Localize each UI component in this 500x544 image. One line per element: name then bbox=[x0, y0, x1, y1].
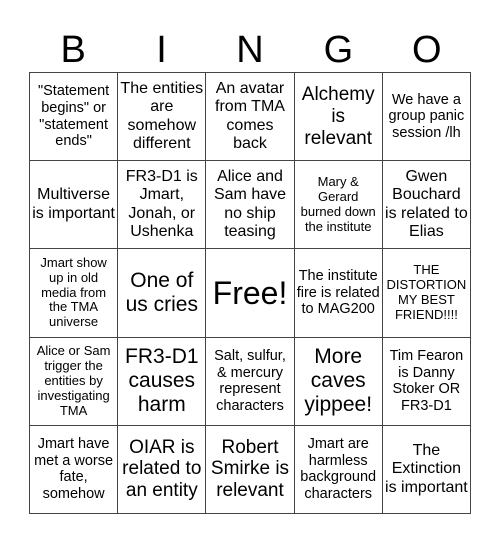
cell-text: The Extinction is important bbox=[385, 441, 468, 496]
bingo-cell[interactable]: Multiverse is important bbox=[30, 161, 119, 250]
bingo-cell[interactable]: Jmart show up in old media from the TMA … bbox=[30, 249, 119, 338]
cell-text: We have a group panic session /lh bbox=[388, 91, 465, 141]
cell-text: Free! bbox=[212, 274, 288, 311]
cell-text: Jmart have met a worse fate, somehow bbox=[34, 436, 114, 503]
bingo-cell[interactable]: Salt, sulfur, & mercury represent charac… bbox=[206, 337, 295, 426]
header-letter-g: G bbox=[323, 29, 354, 71]
cell-text: Alchemy is relevant bbox=[301, 83, 375, 149]
bingo-cell[interactable]: Alice and Sam have no ship teasing bbox=[206, 161, 295, 250]
bingo-cell[interactable]: FR3-D1 is Jmart, Jonah, or Ushenka bbox=[118, 161, 207, 250]
cell-text: The entities are somehow different bbox=[120, 79, 204, 152]
cell-text: Salt, sulfur, & mercury represent charac… bbox=[214, 347, 286, 414]
cell-text: FR3-D1 is Jmart, Jonah, or Ushenka bbox=[125, 168, 198, 241]
bingo-cell[interactable]: The Extinction is important bbox=[382, 425, 471, 514]
bingo-cell[interactable]: We have a group panic session /lh bbox=[382, 73, 471, 162]
bingo-cell[interactable]: Mary & Gerard burned down the institute bbox=[294, 161, 383, 250]
bingo-cell[interactable]: More caves yippee! bbox=[294, 337, 383, 426]
bingo-cell[interactable]: Jmart have met a worse fate, somehow bbox=[30, 425, 119, 514]
cell-text: Robert Smirke is relevant bbox=[210, 436, 290, 502]
cell-text: THE DISTORTION MY BEST FRIEND!!!! bbox=[386, 262, 467, 322]
cell-text: "Statement begins" or "statement ends" bbox=[37, 83, 110, 150]
cell-text: The institute fire is related to MAG200 bbox=[296, 267, 380, 318]
cell-text: One of us cries bbox=[125, 268, 198, 316]
cell-text: An avatar from TMA comes back bbox=[215, 79, 285, 152]
bingo-cell[interactable]: Alice or Sam trigger the entities by inv… bbox=[30, 337, 119, 426]
bingo-cell[interactable]: Alchemy is relevant bbox=[294, 73, 383, 162]
cell-text: Alice or Sam trigger the entities by inv… bbox=[36, 342, 111, 418]
bingo-cell[interactable]: Tim Fearon is Danny Stoker OR FR3-D1 bbox=[382, 337, 471, 426]
header-letter-i: I bbox=[156, 29, 167, 71]
cell-text: FR3-D1 causes harm bbox=[125, 344, 199, 417]
header-letter-b: B bbox=[60, 29, 86, 71]
bingo-cell[interactable]: THE DISTORTION MY BEST FRIEND!!!! bbox=[382, 249, 471, 338]
header-letter-n: N bbox=[236, 29, 264, 71]
bingo-cell[interactable]: Gwen Bouchard is related to Elias bbox=[382, 161, 471, 250]
cell-text: OIAR is related to an entity bbox=[122, 436, 202, 502]
cell-text: Tim Fearon is Danny Stoker OR FR3-D1 bbox=[389, 347, 464, 414]
bingo-header: B I N G O bbox=[29, 28, 471, 72]
bingo-cell[interactable]: An avatar from TMA comes back bbox=[206, 73, 295, 162]
cell-text: Jmart are harmless background characters bbox=[300, 436, 377, 503]
bingo-grid: "Statement begins" or "statement ends" T… bbox=[29, 72, 471, 514]
bingo-cell[interactable]: Robert Smirke is relevant bbox=[206, 425, 295, 514]
bingo-cell[interactable]: One of us cries bbox=[118, 249, 207, 338]
cell-text: Gwen Bouchard is related to Elias bbox=[385, 168, 468, 241]
cell-text: Alice and Sam have no ship teasing bbox=[213, 168, 287, 241]
cell-text: Multiverse is important bbox=[32, 186, 115, 222]
bingo-cell[interactable]: FR3-D1 causes harm bbox=[118, 337, 207, 426]
cell-text: More caves yippee! bbox=[304, 344, 373, 417]
cell-text: Jmart show up in old media from the TMA … bbox=[40, 254, 107, 330]
bingo-cell[interactable]: The institute fire is related to MAG200 bbox=[294, 249, 383, 338]
bingo-cell[interactable]: "Statement begins" or "statement ends" bbox=[30, 73, 119, 162]
bingo-cell[interactable]: The entities are somehow different bbox=[118, 73, 207, 162]
bingo-cell[interactable]: Jmart are harmless background characters bbox=[294, 425, 383, 514]
cell-text: Mary & Gerard burned down the institute bbox=[300, 173, 376, 234]
free-space[interactable]: Free! bbox=[206, 249, 295, 338]
bingo-cell[interactable]: OIAR is related to an entity bbox=[118, 425, 207, 514]
header-letter-o: O bbox=[411, 29, 442, 71]
